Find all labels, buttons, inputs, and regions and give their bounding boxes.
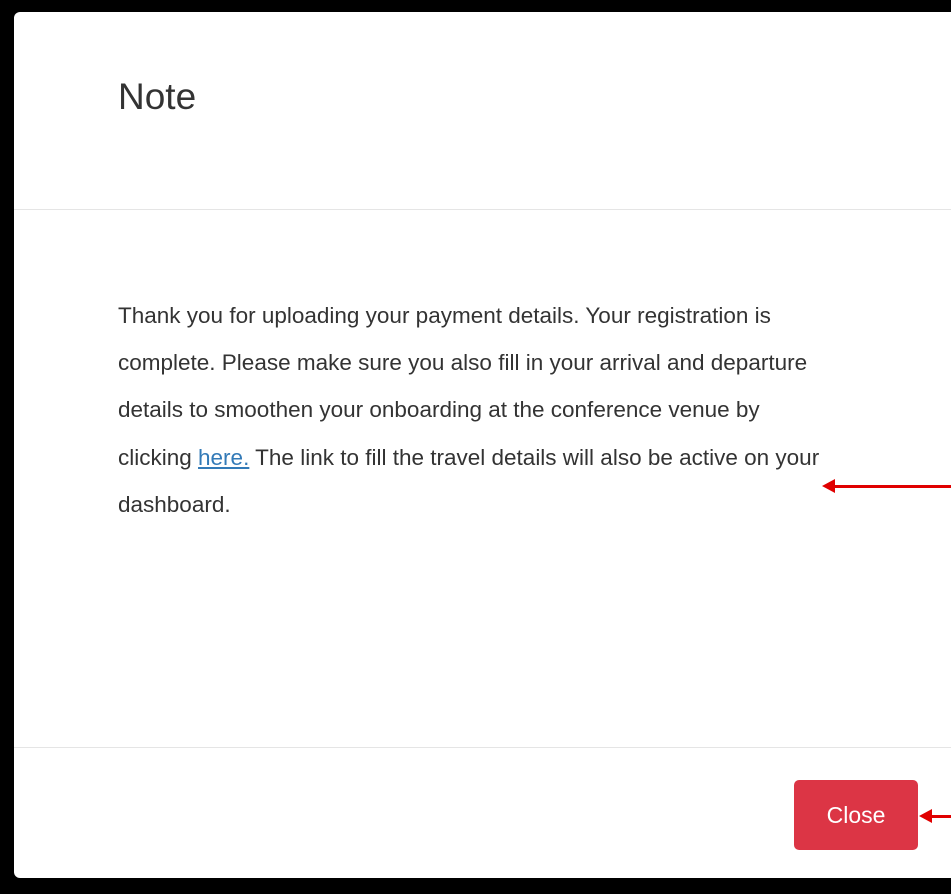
arrow-head-icon <box>919 809 932 823</box>
travel-details-link[interactable]: here. <box>198 445 249 470</box>
modal-footer: Close <box>14 747 951 879</box>
modal-header: Note <box>14 12 951 210</box>
modal-title: Note <box>118 76 197 117</box>
modal-message: Thank you for uploading your payment det… <box>118 292 838 528</box>
annotation-arrow-close <box>919 809 951 823</box>
annotation-arrow-link <box>822 479 951 493</box>
arrow-head-icon <box>822 479 835 493</box>
modal-body: Thank you for uploading your payment det… <box>14 210 951 747</box>
note-modal: Note Thank you for uploading your paymen… <box>14 12 951 878</box>
close-button[interactable]: Close <box>794 780 918 850</box>
